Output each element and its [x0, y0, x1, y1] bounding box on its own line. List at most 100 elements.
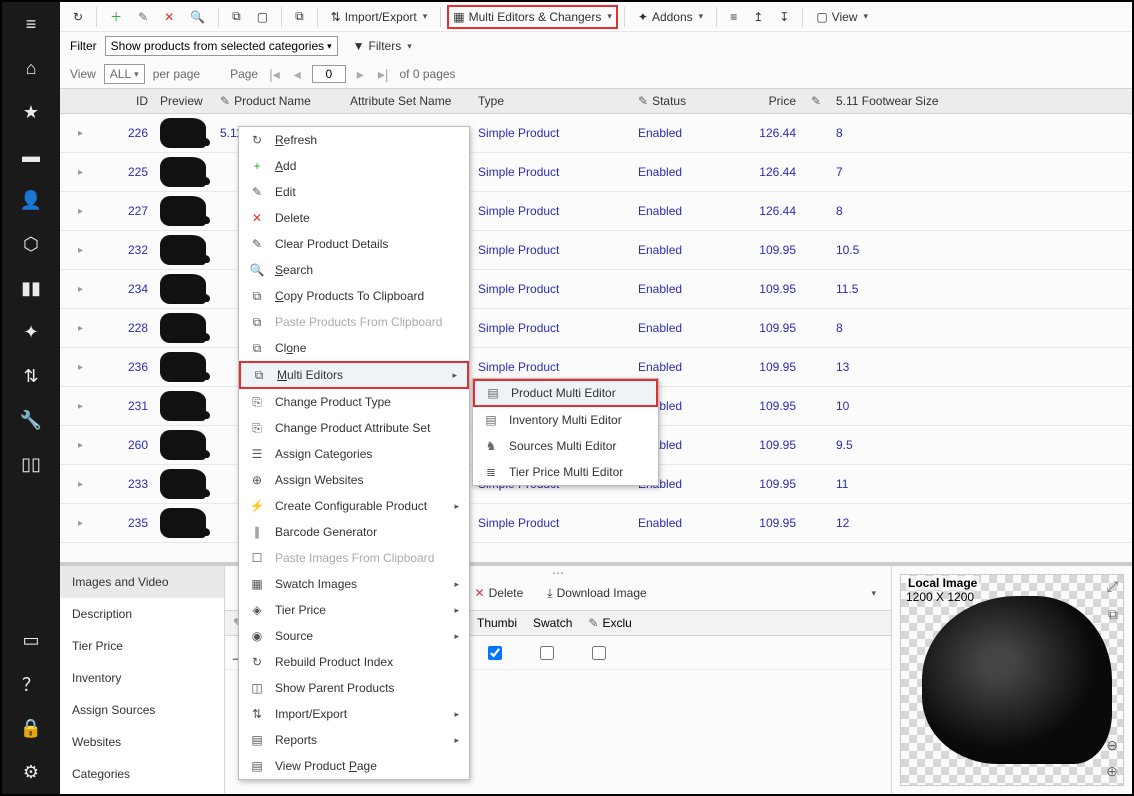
submenu-item[interactable]: ▤Product Multi Editor	[473, 379, 658, 407]
context-item[interactable]: ⇅Import/Export▸	[239, 701, 469, 727]
col-id[interactable]: ID	[90, 94, 154, 108]
popout-icon[interactable]: ⧉	[1108, 606, 1118, 623]
table-row[interactable]: ▸225Simple ProductEnabled126.447	[60, 153, 1132, 192]
side-tab[interactable]: Assign Sources	[60, 694, 224, 726]
page-input[interactable]	[312, 65, 346, 83]
imgcol-excl[interactable]: ✎ Exclu	[580, 616, 639, 630]
image-more-button[interactable]: ▾	[862, 581, 883, 605]
col-preview[interactable]: Preview	[154, 94, 214, 108]
side-tab[interactable]: Tier Price	[60, 630, 224, 662]
sort-icon[interactable]: ⇅	[2, 354, 60, 398]
per-page-select[interactable]: ALL▾	[104, 64, 145, 84]
expand-icon[interactable]: ▸	[72, 440, 90, 451]
delete-image-button[interactable]: ✕ Delete	[468, 581, 531, 605]
tool-a-button[interactable]: ≡	[723, 5, 744, 29]
filters-button[interactable]: ▼ Filters▾	[346, 34, 419, 58]
side-tab[interactable]: Inventory	[60, 662, 224, 694]
col-product-name[interactable]: ✎ Product Name	[214, 94, 344, 108]
basket-icon[interactable]: ⬡	[2, 222, 60, 266]
table-row[interactable]: ▸2265.11 Ranger BootsSimple ProductEnabl…	[60, 114, 1132, 153]
table-row[interactable]: ▸228Simple ProductEnabled109.958	[60, 309, 1132, 348]
add-button[interactable]: ＋	[103, 5, 129, 29]
paste-button[interactable]: ▢	[250, 5, 275, 29]
context-item[interactable]: ✎Edit	[239, 179, 469, 205]
submenu-item[interactable]: ▤Inventory Multi Editor	[473, 407, 658, 433]
help-icon[interactable]: ？	[2, 662, 60, 706]
download-image-button[interactable]: ⤓ Download Image	[540, 581, 653, 605]
tool-c-button[interactable]: ↧	[772, 5, 796, 29]
col-attribute-set[interactable]: Attribute Set Name	[344, 94, 472, 108]
context-item[interactable]: ↻Refresh	[239, 127, 469, 153]
expand-icon[interactable]: ▸	[72, 323, 90, 334]
store-icon[interactable]: ⌂	[2, 46, 60, 90]
prev-page-icon[interactable]: ◂	[291, 66, 304, 83]
context-item[interactable]: ☰Assign Categories	[239, 441, 469, 467]
context-item[interactable]: ↻Rebuild Product Index	[239, 649, 469, 675]
expand-icon[interactable]: ▸	[72, 206, 90, 217]
context-item[interactable]: ▤View Product Page	[239, 753, 469, 779]
context-item[interactable]: ☐Paste Images From Clipboard	[239, 545, 469, 571]
delete-button[interactable]: ✕	[157, 5, 181, 29]
context-item[interactable]: +Add	[239, 153, 469, 179]
expand-icon[interactable]: ▸	[72, 284, 90, 295]
context-item[interactable]: ✕Delete	[239, 205, 469, 231]
import-export-button[interactable]: ⇅ Import/Export▾	[324, 5, 435, 29]
context-item[interactable]: ⧉Clone	[239, 335, 469, 361]
star-icon[interactable]: ★	[2, 90, 60, 134]
refresh-button[interactable]: ↻	[66, 5, 90, 29]
context-item[interactable]: ▤Reports▸	[239, 727, 469, 753]
imgcol-swatch[interactable]: Swatch	[525, 616, 580, 630]
filter-select[interactable]: Show products from selected categories▾	[105, 36, 338, 56]
submenu-item[interactable]: ♞Sources Multi Editor	[473, 433, 658, 459]
chart-icon[interactable]: ▮▮	[2, 266, 60, 310]
col-price-edit-icon[interactable]: ✎	[802, 94, 830, 108]
next-page-icon[interactable]: ▸	[354, 66, 367, 83]
columns-icon[interactable]: ▯▯	[2, 442, 60, 486]
context-item[interactable]: ◫Show Parent Products	[239, 675, 469, 701]
submenu-item[interactable]: ≣Tier Price Multi Editor	[473, 459, 658, 485]
lock-icon[interactable]: 🔒	[2, 706, 60, 750]
expand-icon[interactable]: ⤢	[1107, 578, 1118, 595]
context-item[interactable]: ⚡Create Configurable Product▸	[239, 493, 469, 519]
table-row[interactable]: ▸232Simple ProductEnabled109.9510.5	[60, 231, 1132, 270]
copy-button[interactable]: ⧉	[225, 5, 248, 29]
first-page-icon[interactable]: |◂	[266, 66, 283, 83]
tool-b-button[interactable]: ↥	[746, 5, 770, 29]
context-item[interactable]: ∥Barcode Generator	[239, 519, 469, 545]
menu-icon[interactable]: ≡	[2, 2, 60, 46]
context-item[interactable]: ⎘Change Product Type	[239, 389, 469, 415]
expand-icon[interactable]: ▸	[72, 401, 90, 412]
expand-icon[interactable]: ▸	[72, 479, 90, 490]
inbox-icon[interactable]: ▬	[2, 134, 60, 178]
expand-icon[interactable]: ▸	[72, 245, 90, 256]
gear-icon[interactable]: ⚙	[2, 750, 60, 794]
search-button[interactable]: 🔍	[183, 5, 212, 29]
imgrow-swatch-checkbox[interactable]	[540, 646, 554, 660]
col-price[interactable]: Price	[747, 94, 802, 108]
col-footwear-size[interactable]: 5.11 Footwear Size	[830, 94, 985, 108]
context-item[interactable]: ⧉Multi Editors▸	[239, 361, 469, 389]
plugin-icon[interactable]: ✦	[2, 310, 60, 354]
zoom-out-icon[interactable]: ⊖	[1106, 737, 1118, 754]
context-item[interactable]: 🔍Search	[239, 257, 469, 283]
table-row[interactable]: ▸235Simple ProductEnabled109.9512	[60, 504, 1132, 543]
context-item[interactable]: ⎘Change Product Attribute Set	[239, 415, 469, 441]
clone-button[interactable]: ⧉	[288, 5, 311, 29]
context-item[interactable]: ✎Clear Product Details	[239, 231, 469, 257]
context-item[interactable]: ⧉Paste Products From Clipboard	[239, 309, 469, 335]
col-type[interactable]: Type	[472, 94, 632, 108]
side-tab[interactable]: Description	[60, 598, 224, 630]
edit-button[interactable]: ✎	[131, 5, 155, 29]
last-page-icon[interactable]: ▸|	[375, 66, 392, 83]
context-item[interactable]: ◈Tier Price▸	[239, 597, 469, 623]
context-item[interactable]: ⧉Copy Products To Clipboard	[239, 283, 469, 309]
side-tab[interactable]: Websites	[60, 726, 224, 758]
side-tab[interactable]: Categories	[60, 758, 224, 790]
zoom-in-icon[interactable]: ⊕	[1106, 763, 1118, 780]
multi-editors-button[interactable]: ▦ Multi Editors & Changers▾	[447, 5, 618, 29]
imgcol-thumb[interactable]: Thumbi	[469, 616, 525, 630]
table-row[interactable]: ▸227Simple ProductEnabled126.448	[60, 192, 1132, 231]
addons-button[interactable]: ✦ Addons▾	[631, 5, 710, 29]
table-row[interactable]: ▸234Simple ProductEnabled109.9511.5	[60, 270, 1132, 309]
expand-icon[interactable]: ▸	[72, 362, 90, 373]
